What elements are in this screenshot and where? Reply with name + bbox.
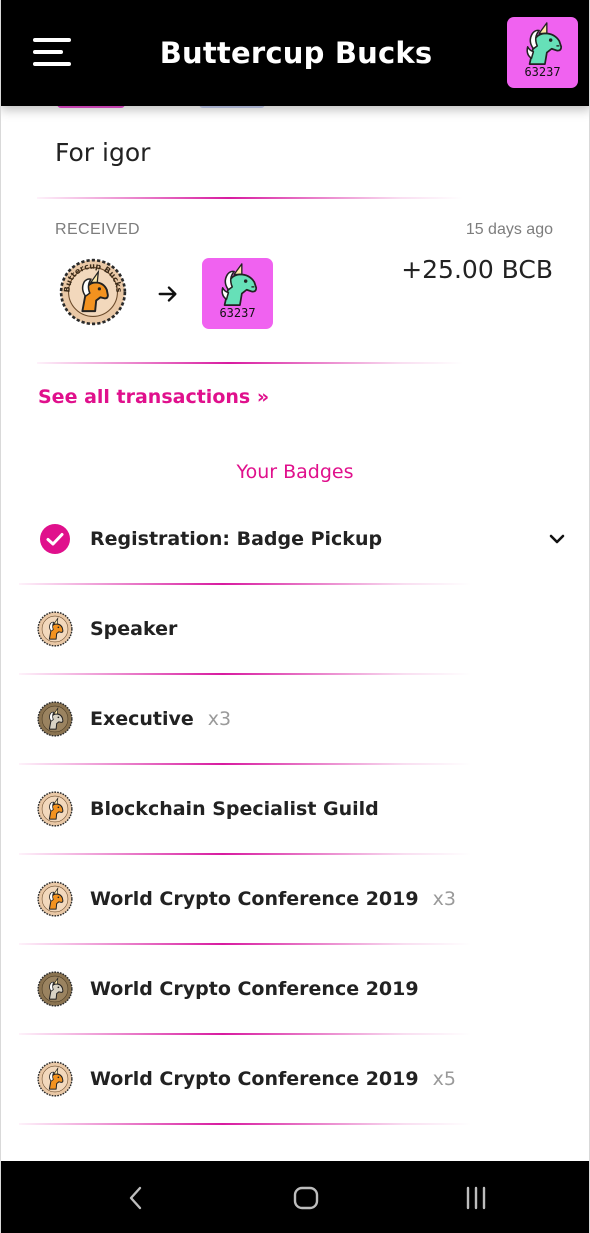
avatar-id: 63237 — [219, 306, 256, 320]
coin-badge-dark-icon — [37, 971, 73, 1007]
coin-badge-icon — [37, 791, 73, 827]
recipient-avatar: 63237 — [202, 258, 273, 329]
chevron-down-icon[interactable] — [547, 529, 567, 549]
badge-label: World Crypto Conference 2019 x5 — [90, 1068, 456, 1090]
transaction-memo: For igor — [55, 138, 151, 167]
unicorn-avatar-icon — [215, 261, 261, 307]
badge-item[interactable]: Registration: Badge Pickup — [19, 494, 575, 584]
app-screen: Buttercup Bucks 63237 For igor RECEIVED … — [0, 0, 590, 1233]
badge-item[interactable]: World Crypto Conference 2019 x3 — [19, 854, 575, 944]
badge-label: Registration: Badge Pickup — [90, 528, 383, 550]
back-icon[interactable] — [121, 1183, 151, 1213]
divider — [19, 1123, 471, 1125]
divider — [37, 362, 463, 364]
profile-avatar-button[interactable]: 63237 — [507, 17, 578, 88]
badge-label: Executive x3 — [90, 708, 232, 730]
see-all-transactions-link[interactable]: See all transactions » — [38, 386, 269, 408]
badge-label: World Crypto Conference 2019 x3 — [90, 888, 456, 910]
recents-icon[interactable] — [461, 1183, 491, 1213]
badge-item[interactable]: Speaker — [19, 584, 575, 674]
app-title: Buttercup Bucks — [159, 36, 433, 70]
badge-label: Blockchain Specialist Guild — [90, 798, 379, 820]
badge-item[interactable]: Blockchain Specialist Guild — [19, 764, 575, 854]
coin-badge-icon — [37, 611, 73, 647]
transaction-time: 15 days ago — [465, 221, 553, 238]
avatar-id: 63237 — [524, 65, 561, 79]
coin-badge-dark-icon — [37, 701, 73, 737]
arrow-right-icon — [158, 286, 177, 302]
coin-badge-icon — [37, 881, 73, 917]
badges-section-title: Your Badges — [236, 461, 354, 483]
badge-item[interactable]: World Crypto Conference 2019 — [19, 944, 575, 1034]
check-circle-icon — [40, 524, 70, 554]
system-nav-bar — [1, 1161, 589, 1233]
divider — [37, 197, 463, 199]
badge-label: Speaker — [90, 618, 178, 640]
badge-item[interactable]: Executive x3 — [19, 674, 575, 764]
badge-label: World Crypto Conference 2019 — [90, 978, 419, 1000]
buttercup-coin-icon: Buttercup Bucks — [59, 258, 127, 326]
transaction-status: RECEIVED — [55, 221, 140, 238]
badge-item[interactable]: World Crypto Conference 2019 x5 — [19, 1034, 575, 1124]
app-header: Buttercup Bucks 63237 — [1, 0, 589, 106]
coin-badge-icon — [37, 1061, 73, 1097]
transaction-amount: +25.00 BCB — [401, 255, 553, 284]
unicorn-avatar-icon — [520, 20, 566, 66]
home-icon[interactable] — [291, 1183, 321, 1213]
